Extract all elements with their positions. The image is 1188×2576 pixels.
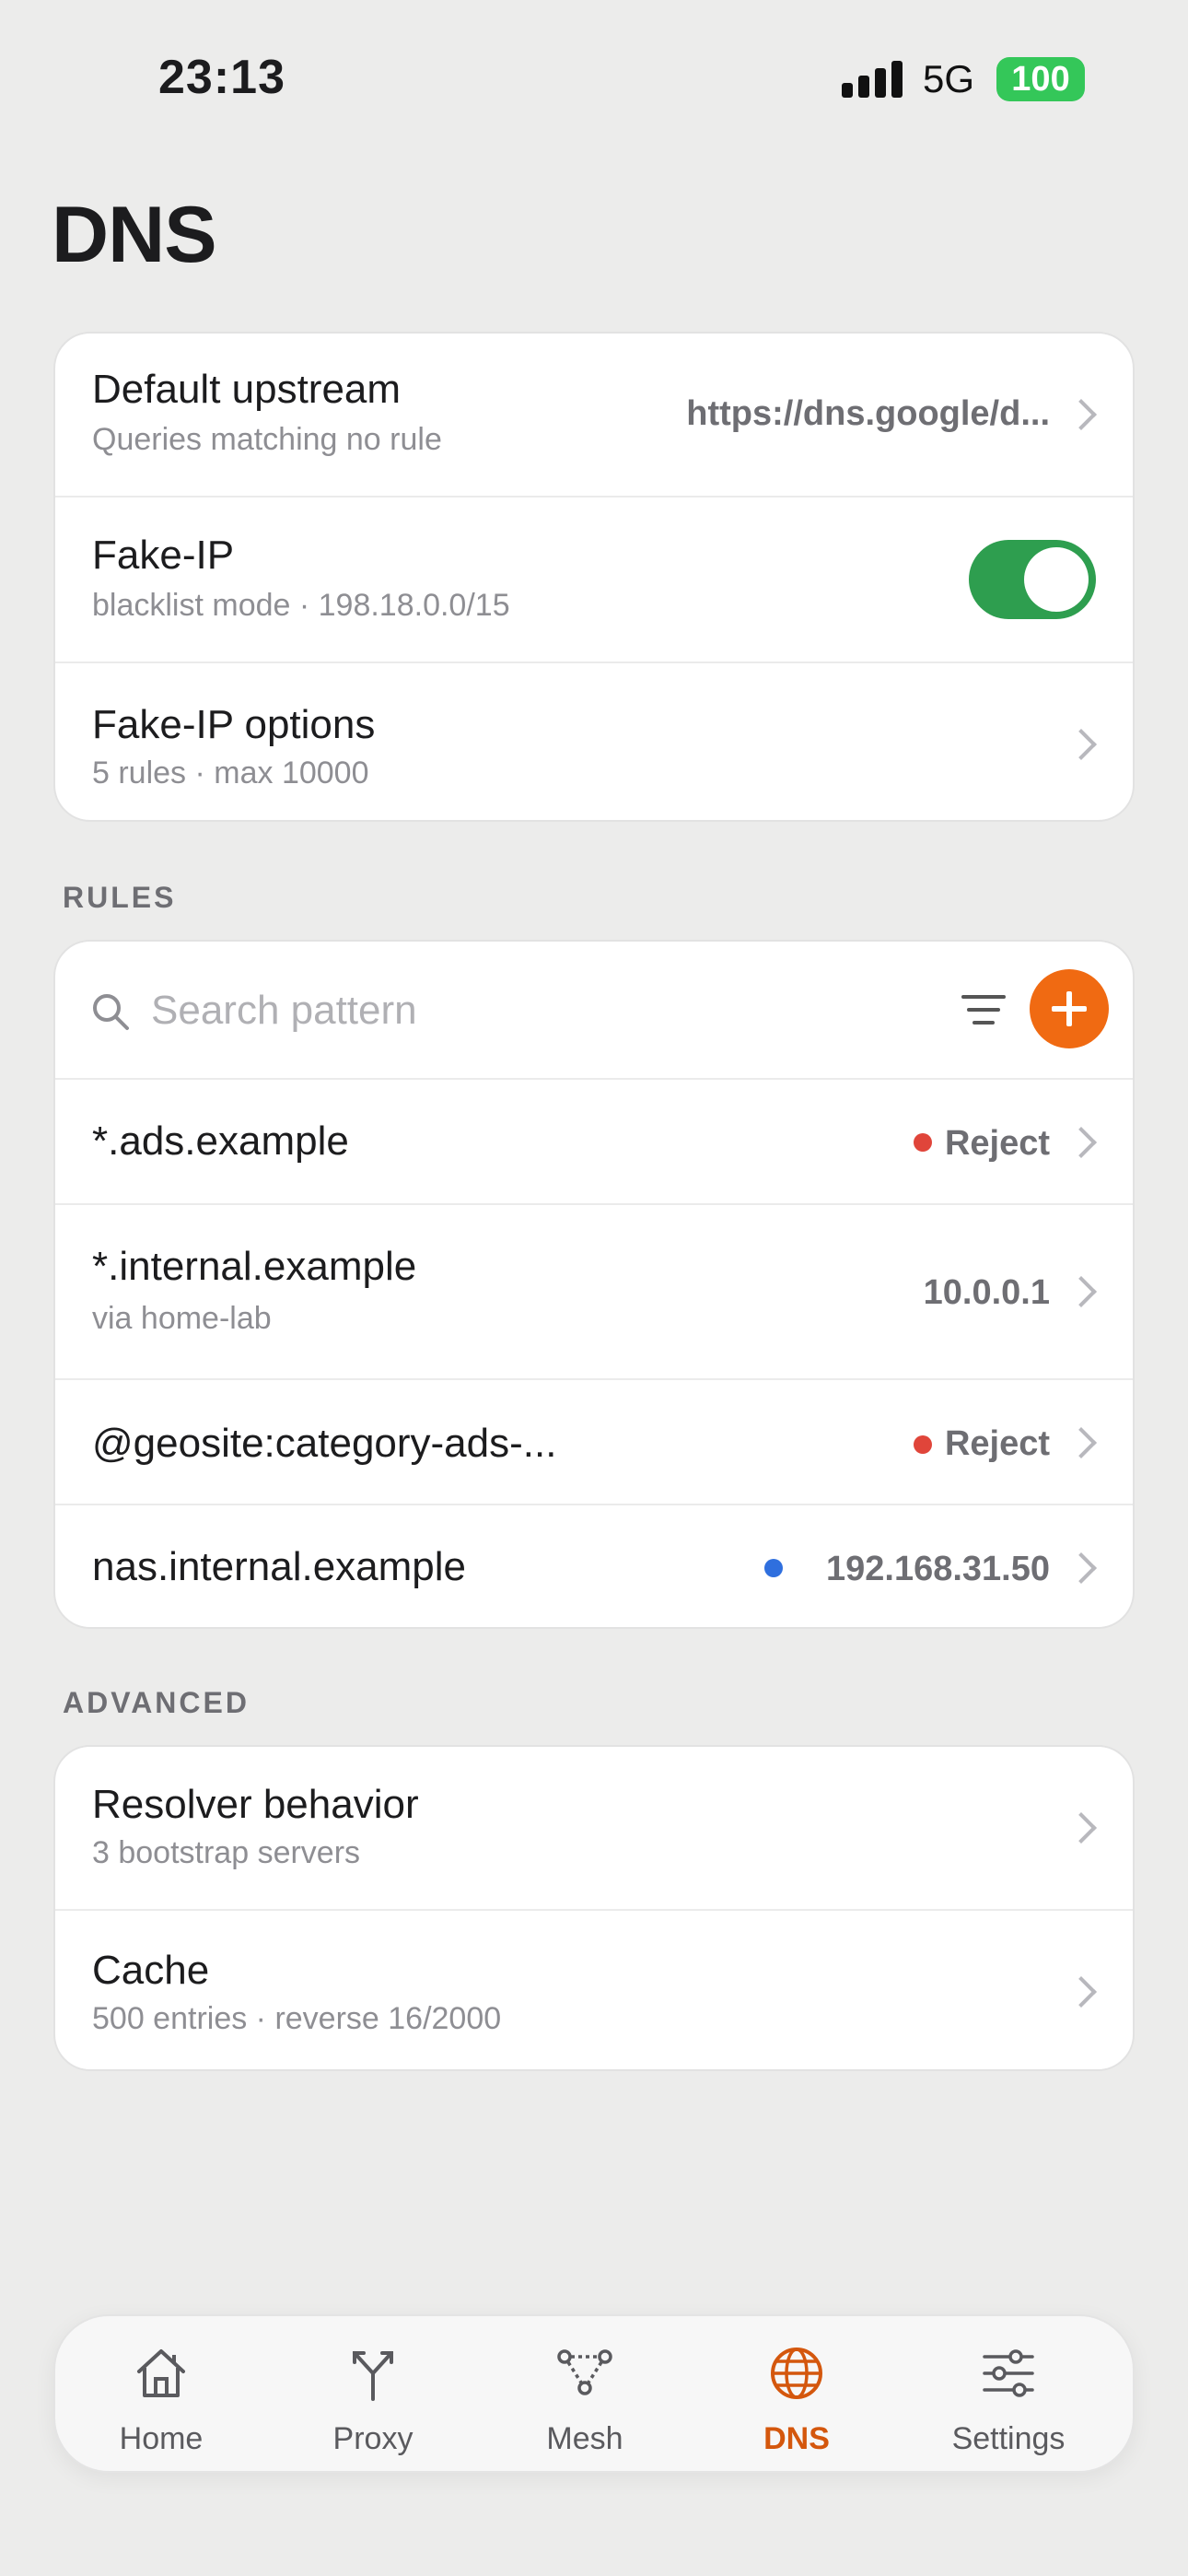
- rule-pattern: *.ads.example: [92, 1118, 349, 1164]
- tab-label: DNS: [763, 2421, 830, 2456]
- advanced-card: Resolver behavior 3 bootstrap servers Ca…: [53, 1745, 1135, 2071]
- fake-ip-options-title: Fake-IP options: [92, 702, 376, 747]
- cellular-signal-icon: [842, 61, 903, 98]
- tab-bar: Home Proxy Mesh DNS Settings: [53, 2314, 1135, 2473]
- globe-icon: [771, 2348, 822, 2399]
- chevron-right-icon: [1066, 1127, 1097, 1158]
- default-upstream-title: Default upstream: [92, 367, 402, 412]
- advanced-section-header: ADVANCED: [63, 1686, 250, 1719]
- chevron-right-icon: [1066, 1276, 1097, 1307]
- fake-ip-options-row[interactable]: Fake-IP options 5 rules · max 10000: [55, 663, 1133, 820]
- rule-action: Reject: [944, 1424, 1050, 1463]
- rule-action: 10.0.0.1: [923, 1273, 1050, 1312]
- rules-search-input[interactable]: [151, 978, 943, 1043]
- fake-ip-title: Fake-IP: [92, 533, 235, 578]
- resolver-behavior-subtitle: 3 bootstrap servers: [92, 1835, 361, 1870]
- rule-row[interactable]: @geosite:category-ads-... Reject: [55, 1380, 1133, 1505]
- reject-status-dot: [914, 1435, 932, 1454]
- house-icon: [137, 2349, 185, 2397]
- rules-card: *.ads.example Reject *.internal.example …: [53, 940, 1135, 1629]
- sliders-icon: [983, 2349, 1034, 2397]
- resolver-behavior-title: Resolver behavior: [92, 1782, 419, 1827]
- chevron-right-icon: [1066, 729, 1097, 760]
- battery-cap: [1079, 72, 1085, 87]
- tab-dns[interactable]: DNS: [691, 2316, 903, 2475]
- mesh-nodes-icon: [557, 2349, 612, 2395]
- general-settings-card: Default upstream Queries matching no rul…: [53, 332, 1135, 822]
- rule-row[interactable]: nas.internal.example 192.168.31.50: [55, 1505, 1133, 1627]
- rules-search-row: [55, 942, 1133, 1080]
- add-rule-button[interactable]: [1030, 969, 1109, 1048]
- rule-pattern: nas.internal.example: [92, 1544, 467, 1589]
- fake-ip-row: Fake-IP blacklist mode · 198.18.0.0/15: [55, 498, 1133, 663]
- resolved-status-dot: [764, 1559, 783, 1577]
- status-time: 23:13: [158, 51, 285, 104]
- cache-title: Cache: [92, 1948, 210, 1993]
- reject-status-dot: [914, 1133, 932, 1152]
- tab-label: Home: [119, 2421, 204, 2456]
- chevron-right-icon: [1066, 1427, 1097, 1458]
- rule-pattern: @geosite:category-ads-...: [92, 1421, 557, 1466]
- rule-row[interactable]: *.ads.example Reject: [55, 1080, 1133, 1205]
- fake-ip-toggle[interactable]: [969, 540, 1096, 619]
- chevron-right-icon: [1066, 1552, 1097, 1584]
- rule-action: Reject: [944, 1124, 1050, 1163]
- default-upstream-row[interactable]: Default upstream Queries matching no rul…: [55, 334, 1133, 498]
- battery-level: 100: [1011, 60, 1070, 99]
- rule-row[interactable]: *.internal.example via home-lab 10.0.0.1: [55, 1205, 1133, 1380]
- rule-pattern: *.internal.example: [92, 1244, 417, 1289]
- tab-proxy[interactable]: Proxy: [267, 2316, 479, 2475]
- fake-ip-options-subtitle: 5 rules · max 10000: [92, 755, 369, 790]
- cache-row[interactable]: Cache 500 entries · reverse 16/2000: [55, 1911, 1133, 2069]
- chevron-right-icon: [1066, 1976, 1097, 2008]
- tab-label: Proxy: [332, 2421, 413, 2456]
- tab-home[interactable]: Home: [55, 2316, 267, 2475]
- rules-section-header: RULES: [63, 881, 177, 914]
- fork-arrows-icon: [353, 2351, 393, 2401]
- toggle-knob: [1024, 547, 1089, 612]
- status-bar: 23:13 5G 100: [0, 0, 1188, 157]
- screen: 23:13 5G 100 DNS Default upstream Querie…: [0, 0, 1188, 2576]
- default-upstream-value: https://dns.google/d...: [686, 394, 1050, 433]
- tab-label: Mesh: [546, 2421, 623, 2456]
- tab-label: Settings: [951, 2421, 1066, 2456]
- search-icon: [93, 994, 129, 1030]
- tab-mesh[interactable]: Mesh: [479, 2316, 691, 2475]
- resolver-behavior-row[interactable]: Resolver behavior 3 bootstrap servers: [55, 1747, 1133, 1911]
- tab-settings[interactable]: Settings: [903, 2316, 1114, 2475]
- chevron-right-icon: [1066, 1812, 1097, 1844]
- battery-icon: 100: [996, 57, 1085, 101]
- rule-subtitle: via home-lab: [92, 1301, 272, 1336]
- fake-ip-subtitle: blacklist mode · 198.18.0.0/15: [92, 588, 510, 623]
- rule-action: 192.168.31.50: [825, 1550, 1050, 1588]
- chevron-right-icon: [1066, 399, 1097, 430]
- default-upstream-subtitle: Queries matching no rule: [92, 422, 442, 457]
- cache-subtitle: 500 entries · reverse 16/2000: [92, 2001, 502, 2036]
- network-type: 5G: [923, 57, 975, 100]
- filter-icon[interactable]: [961, 993, 1006, 1028]
- page-title: DNS: [52, 191, 217, 279]
